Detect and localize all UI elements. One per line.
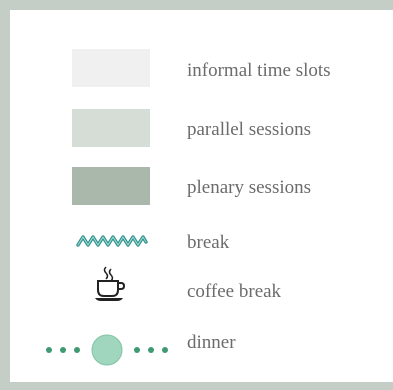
legend-label-informal: informal time slots xyxy=(187,60,331,81)
informal-time-slot-swatch xyxy=(72,49,150,87)
plenary-session-swatch xyxy=(72,167,150,205)
legend-label-coffee: coffee break xyxy=(187,281,282,302)
legend-label-dinner: dinner xyxy=(187,332,236,353)
parallel-session-swatch xyxy=(72,109,150,147)
legend-label-plenary: plenary sessions xyxy=(187,177,312,198)
dotted-circle-icon xyxy=(46,334,168,366)
zigzag-wave-icon xyxy=(76,235,148,247)
legend-label-break: break xyxy=(187,232,230,253)
coffee-cup-icon xyxy=(95,266,126,301)
legend-label-parallel: parallel sessions xyxy=(187,119,312,140)
